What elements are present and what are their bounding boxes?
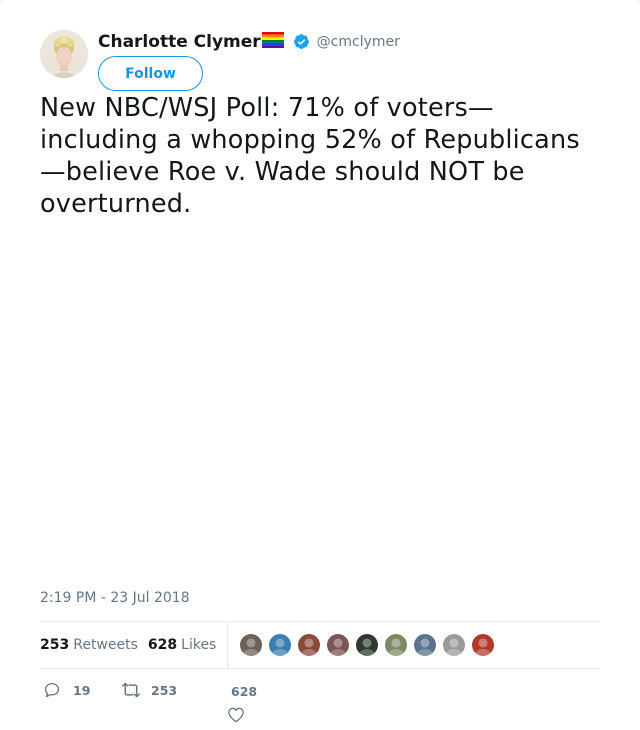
liker-avatar-6[interactable] xyxy=(384,633,409,657)
reply-button[interactable]: 19 xyxy=(43,681,90,699)
likes-stat-count: 628 xyxy=(147,637,178,653)
verified-badge-icon xyxy=(293,33,310,50)
retweet-icon xyxy=(122,682,140,698)
likers-avatar-list xyxy=(239,633,500,657)
profile-photo-icon xyxy=(40,30,88,78)
liker-avatar-9[interactable] xyxy=(471,633,496,657)
liker-photo-icon xyxy=(443,634,466,656)
liker-avatar-8[interactable] xyxy=(442,633,467,657)
heart-icon xyxy=(228,707,244,723)
liker-avatar-1[interactable] xyxy=(239,633,264,657)
retweets-stat[interactable]: 253 Retweets xyxy=(40,637,138,653)
user-avatar[interactable] xyxy=(40,30,88,78)
retweets-stat-label: Retweets xyxy=(73,637,138,653)
liker-avatar-2[interactable] xyxy=(268,633,293,657)
stats-divider-bottom xyxy=(40,668,600,669)
tweet-card: Charlotte Clymer @cmclymer Follow New NB… xyxy=(0,0,640,730)
retweet-count: 253 xyxy=(151,682,178,698)
liker-avatar-4[interactable] xyxy=(326,633,351,657)
engagement-stats: 253 Retweets 628 Likes xyxy=(40,622,600,668)
liker-photo-icon xyxy=(269,634,292,656)
liker-avatar-3[interactable] xyxy=(297,633,322,657)
liker-photo-icon xyxy=(327,634,350,656)
liker-photo-icon xyxy=(414,634,437,656)
like-count: 628 xyxy=(231,684,258,699)
liker-photo-icon xyxy=(385,634,408,656)
liker-avatar-5[interactable] xyxy=(355,633,380,657)
like-button[interactable] xyxy=(227,706,245,727)
likes-stat-label: Likes xyxy=(181,637,217,653)
tweet-timestamp[interactable]: 2:19 PM - 23 Jul 2018 xyxy=(40,590,190,606)
display-name[interactable]: Charlotte Clymer xyxy=(98,32,261,52)
tweet-text: New NBC/WSJ Poll: 71% of voters—includin… xyxy=(40,93,580,219)
reply-icon xyxy=(44,682,60,698)
follow-button[interactable]: Follow xyxy=(98,56,203,91)
rainbow-flag-icon xyxy=(261,32,284,48)
reply-count: 19 xyxy=(73,682,91,698)
liker-photo-icon xyxy=(298,634,321,656)
liker-photo-icon xyxy=(240,634,263,656)
liker-photo-icon xyxy=(472,634,495,656)
stats-separator xyxy=(227,622,229,668)
likes-stat[interactable]: 628 Likes xyxy=(148,637,216,653)
liker-avatar-7[interactable] xyxy=(413,633,438,657)
retweet-button[interactable]: 253 xyxy=(121,681,177,699)
retweets-stat-count: 253 xyxy=(40,637,70,653)
user-handle[interactable]: @cmclymer xyxy=(317,34,400,50)
user-name-row: Charlotte Clymer @cmclymer xyxy=(98,32,400,52)
tweet-actions: 19 253 628 xyxy=(40,676,600,726)
liker-photo-icon xyxy=(356,634,379,656)
